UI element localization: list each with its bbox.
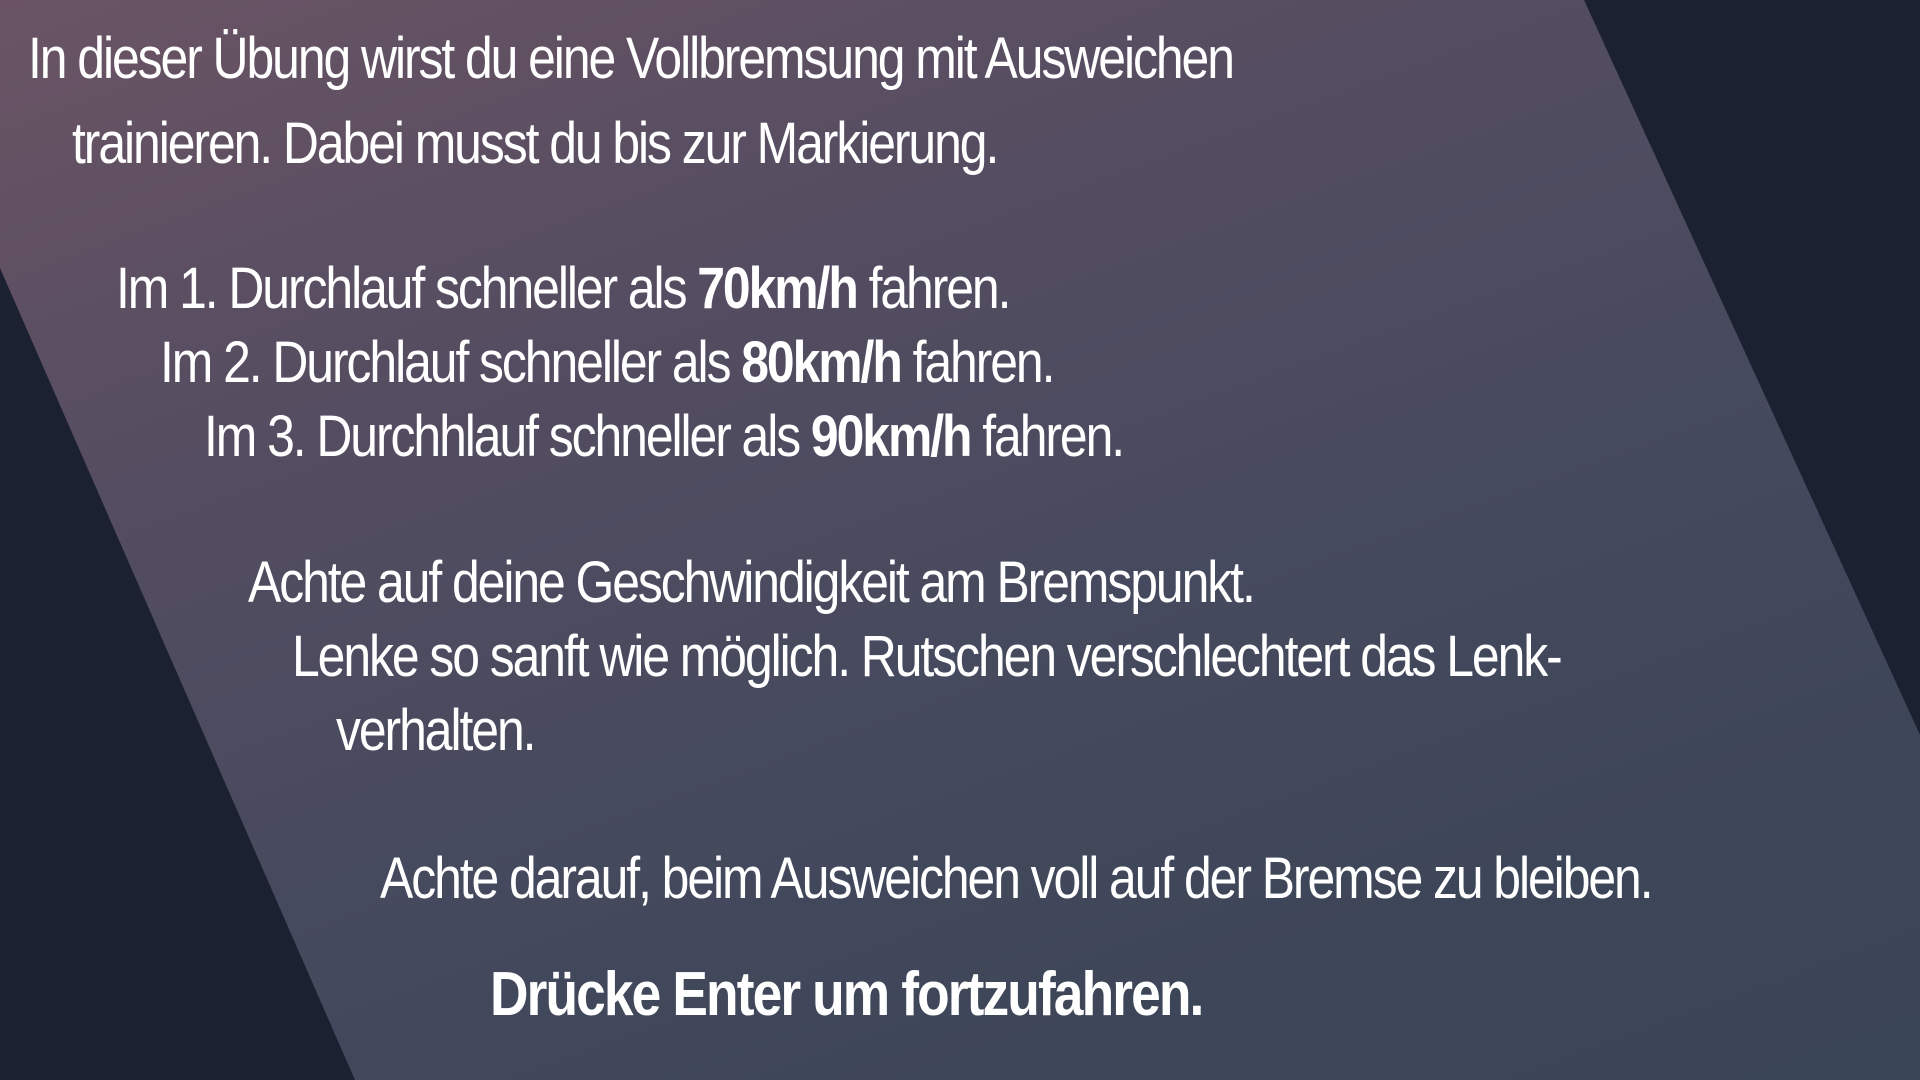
run-1-prefix: Im 1. Durchlauf schneller als [116, 256, 698, 321]
run-2-speed: 80km/h [741, 330, 903, 395]
run-1-speed: 70km/h [697, 256, 859, 321]
run-3-line: Im 3. Durchhlauf schneller als 90km/h fa… [204, 402, 1125, 472]
run-2-suffix: fahren. [900, 330, 1056, 395]
run-2-line: Im 2. Durchlauf schneller als 80km/h fah… [160, 328, 1056, 398]
brake-tip: Achte darauf, beim Ausweichen voll auf d… [380, 846, 1654, 911]
intro-line-2: trainieren. Dabei musst du bis zur Marki… [72, 111, 999, 176]
run-2-prefix: Im 2. Durchlauf schneller als [160, 330, 742, 395]
run-3-prefix: Im 3. Durchhlauf schneller als [204, 404, 811, 469]
run-3-speed: 90km/h [810, 404, 973, 469]
intro-line-1: In dieser Übung wirst du eine Vollbremsu… [28, 26, 1235, 91]
continue-prompt[interactable]: Drücke Enter um fortzufahren. [490, 960, 1204, 1030]
run-1-suffix: fahren. [856, 256, 1012, 321]
run-3-suffix: fahren. [970, 404, 1125, 469]
run-1-line: Im 1. Durchlauf schneller als 70km/h fah… [116, 254, 1012, 324]
speed-tip: Achte auf deine Geschwindigkeit am Brems… [248, 550, 1256, 615]
instruction-screen: In dieser Übung wirst du eine Vollbremsu… [0, 0, 1920, 1080]
steer-tip-line-1: Lenke so sanft wie möglich. Rutschen ver… [292, 624, 1563, 689]
steer-tip-line-2: verhalten. [336, 698, 536, 763]
